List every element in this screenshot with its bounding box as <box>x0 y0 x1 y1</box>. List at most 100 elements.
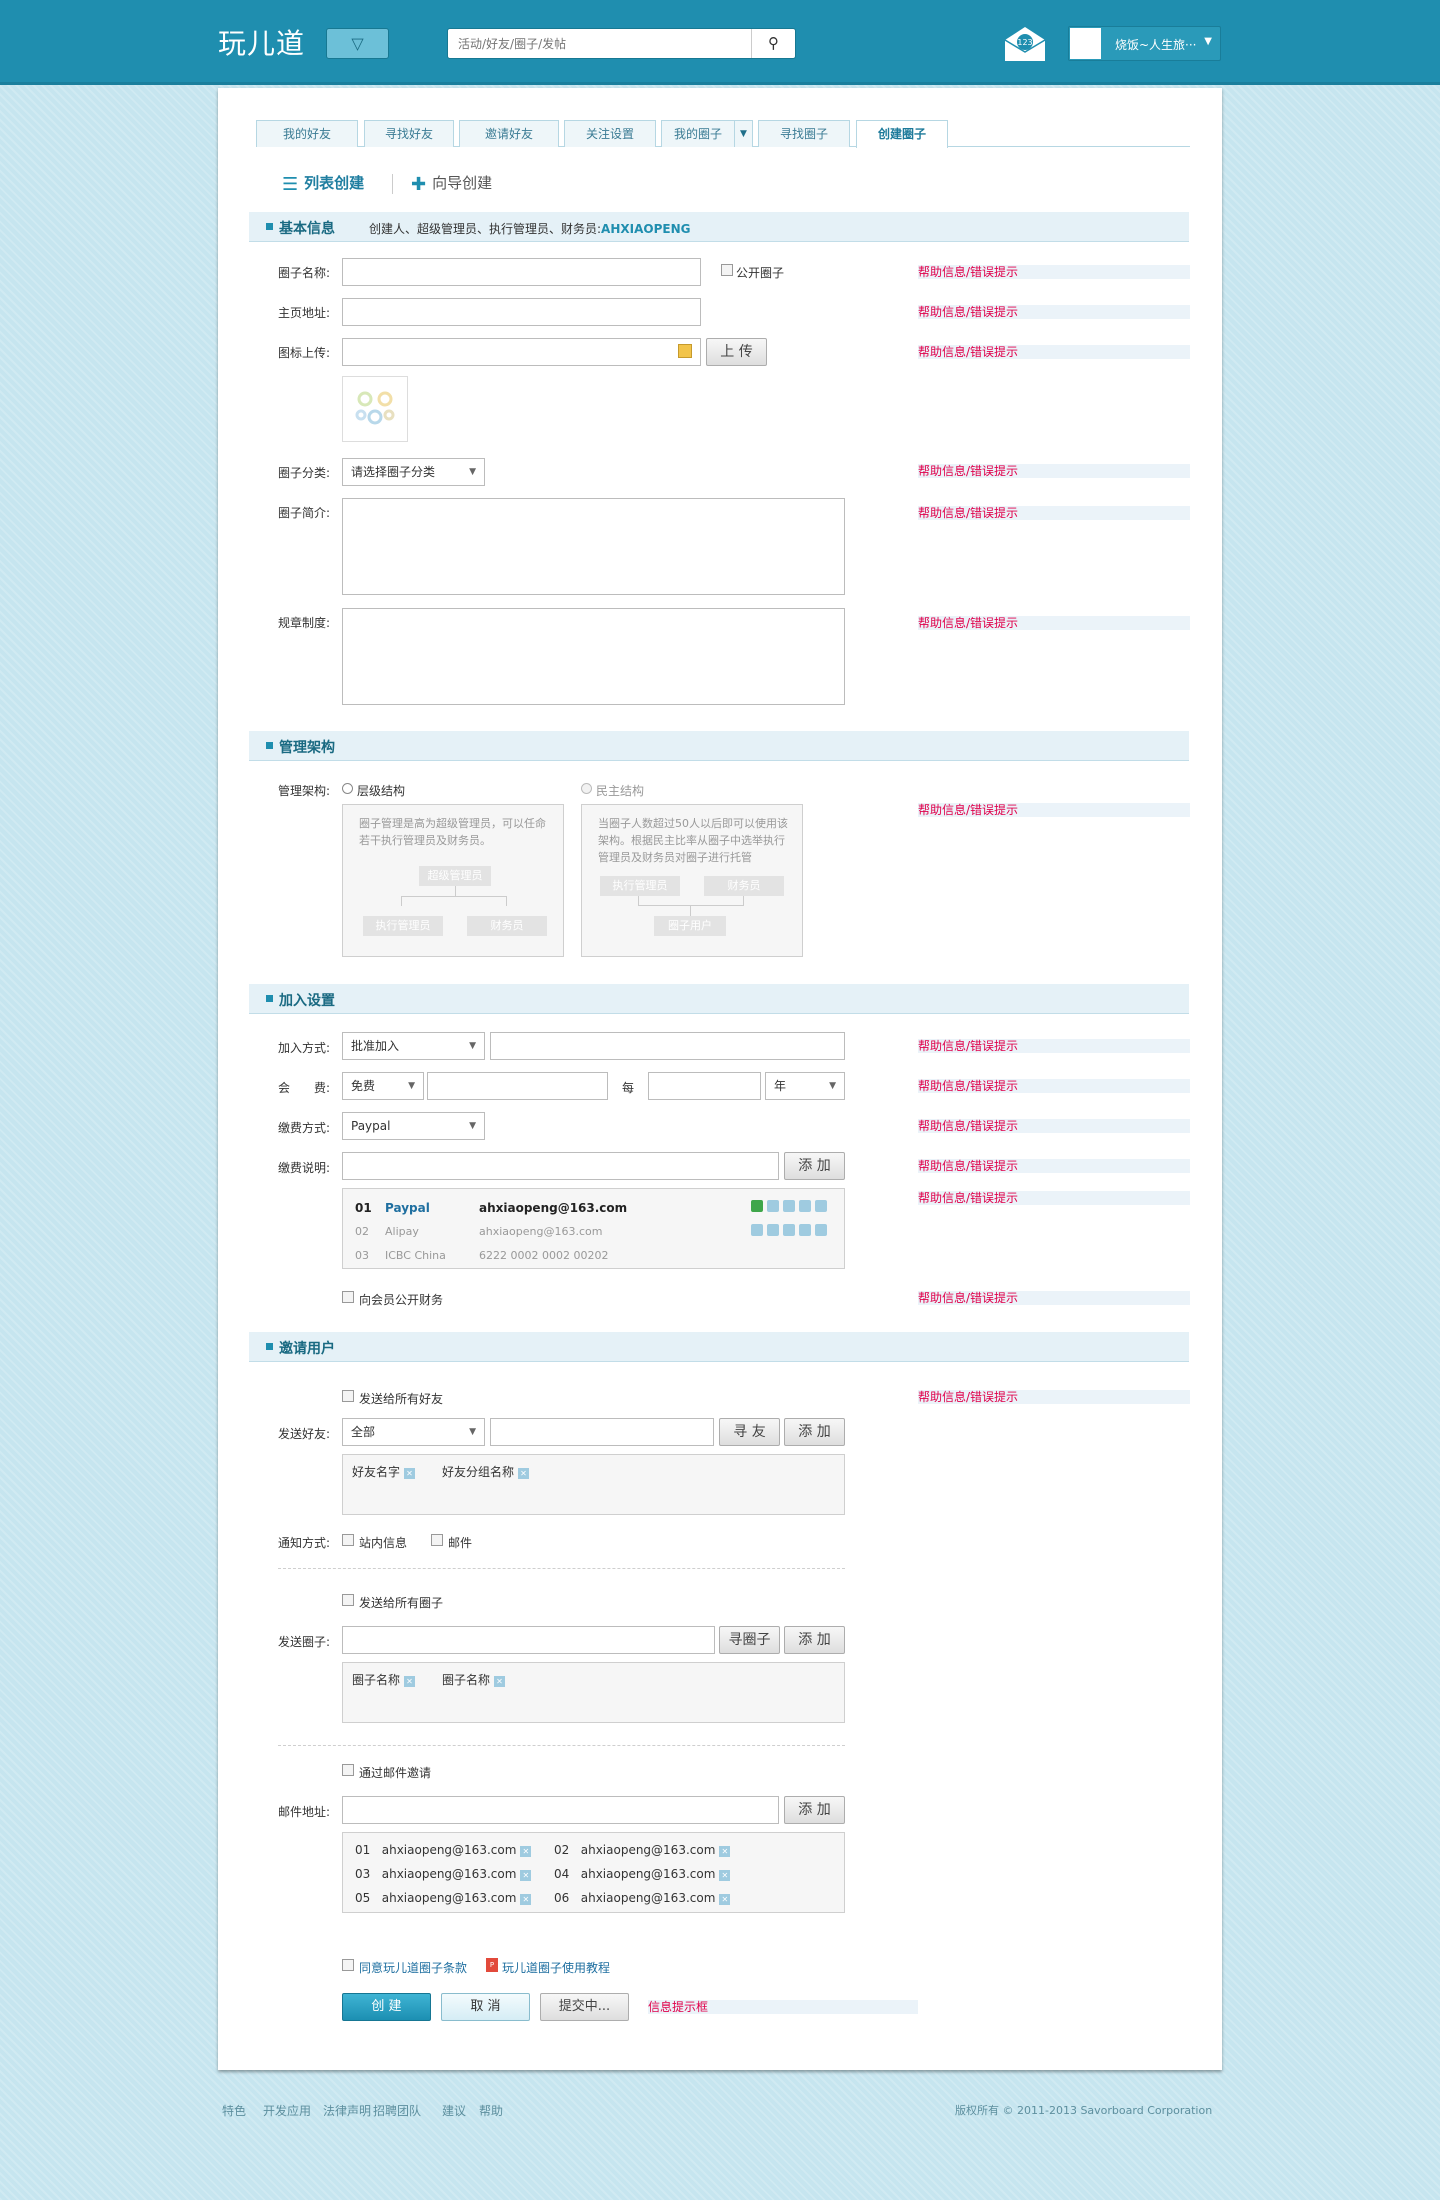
period-count-input[interactable] <box>648 1072 761 1100</box>
friend-search-input[interactable] <box>490 1418 714 1446</box>
notify-email-checkbox[interactable] <box>431 1534 443 1546</box>
find-circle-button[interactable]: 寻圈子 <box>719 1626 780 1654</box>
search-input[interactable] <box>448 29 748 58</box>
intro-textarea[interactable] <box>342 498 845 595</box>
period-select[interactable]: 年 ▼ <box>765 1072 845 1100</box>
delete-icon[interactable] <box>783 1200 795 1212</box>
category-value: 请选择圈子分类 <box>351 465 436 479</box>
check-icon[interactable] <box>751 1224 763 1236</box>
pay-desc-input[interactable] <box>342 1152 779 1180</box>
search-button[interactable]: ⚲ <box>751 29 795 58</box>
account-name: Alipay <box>385 1225 419 1238</box>
email-input[interactable] <box>342 1796 779 1824</box>
footer-link[interactable]: 招聘团队 <box>373 2102 421 2119</box>
folder-icon[interactable] <box>678 344 692 358</box>
rules-textarea[interactable] <box>342 608 845 705</box>
main-card: 我的好友 寻找好友 邀请好友 关注设置 我的圈子 ▼ 寻找圈子 创建圈子 ☰ 列表创… <box>218 88 1222 2070</box>
friend-group-select[interactable]: 全部 ▼ <box>342 1418 485 1446</box>
remove-icon[interactable]: ✕ <box>518 1468 530 1479</box>
tab-follow-settings[interactable]: 关注设置 <box>564 120 656 147</box>
remove-icon[interactable]: ✕ <box>520 1870 532 1881</box>
list-create-option[interactable]: ☰ 列表创建 <box>282 172 364 195</box>
edit-icon[interactable] <box>767 1200 779 1212</box>
section-marker <box>266 223 273 230</box>
list-create-label: 列表创建 <box>304 174 365 192</box>
check-icon[interactable] <box>751 1200 763 1212</box>
pay-method-select[interactable]: Paypal ▼ <box>342 1112 485 1140</box>
join-way-select[interactable]: 批准加入 ▼ <box>342 1032 485 1060</box>
upload-button[interactable]: 上 传 <box>706 338 767 366</box>
add-friend-button[interactable]: 添 加 <box>784 1418 845 1446</box>
icon-upload-label: 图标上传: <box>278 346 331 360</box>
email-value: ahxiaopeng@163.com <box>381 1867 517 1881</box>
footer-link[interactable]: 法律声明 <box>323 2102 371 2119</box>
email-invite-checkbox[interactable] <box>342 1764 354 1776</box>
tab-my-friends[interactable]: 我的好友 <box>256 120 358 147</box>
category-select[interactable]: 请选择圈子分类 ▼ <box>342 458 485 486</box>
create-button[interactable]: 创 建 <box>342 1993 431 2021</box>
tab-create-circle[interactable]: 创建圈子 <box>856 120 948 148</box>
caret-down-icon[interactable]: ▼ <box>734 121 752 147</box>
add-circle-button[interactable]: 添 加 <box>784 1626 845 1654</box>
arrow-down-icon[interactable] <box>815 1200 827 1212</box>
circle-name-input[interactable] <box>342 258 701 286</box>
remove-icon[interactable]: ✕ <box>719 1870 731 1881</box>
add-email-button[interactable]: 添 加 <box>784 1796 845 1824</box>
cancel-button[interactable]: 取 消 <box>441 1993 530 2021</box>
find-friend-button[interactable]: 寻 友 <box>719 1418 780 1446</box>
arrow-up-icon[interactable] <box>799 1224 811 1236</box>
remove-icon[interactable]: ✕ <box>719 1846 731 1857</box>
hierarchy-label: 层级结构 <box>357 784 406 798</box>
arrow-down-icon[interactable] <box>815 1224 827 1236</box>
email-item: 01 ahxiaopeng@163.com ✕ <box>355 1843 532 1857</box>
wizard-create-option[interactable]: ✚ 向导创建 <box>411 172 492 195</box>
help-hint: 帮助信息/错误提示 <box>918 1159 1190 1173</box>
tab-invite-friends[interactable]: 邀请好友 <box>459 120 559 147</box>
arrow-up-icon[interactable] <box>799 1200 811 1212</box>
democracy-radio[interactable] <box>581 783 592 794</box>
email-no: 01 <box>355 1843 371 1857</box>
notify-inbox-checkbox[interactable] <box>342 1534 354 1546</box>
footer-link[interactable]: 建议 <box>442 2102 466 2119</box>
edit-icon[interactable] <box>767 1224 779 1236</box>
remove-icon[interactable]: ✕ <box>520 1894 532 1905</box>
remove-icon[interactable]: ✕ <box>494 1676 506 1687</box>
chevron-down-icon: ▼ <box>829 1081 836 1091</box>
home-url-input[interactable] <box>342 298 701 326</box>
terms-link[interactable]: 同意玩儿道圈子条款 <box>359 1959 467 1976</box>
fee-select[interactable]: 免费 ▼ <box>342 1072 424 1100</box>
footer-link[interactable]: 开发应用 <box>263 2102 311 2119</box>
email-list: 01 ahxiaopeng@163.com ✕ 02 ahxiaopeng@163… <box>342 1832 845 1913</box>
circle-search-input[interactable] <box>342 1626 715 1654</box>
tab-my-circles[interactable]: 我的圈子 ▼ <box>661 120 753 147</box>
tab-find-friends[interactable]: 寻找好友 <box>364 120 454 147</box>
remove-icon[interactable]: ✕ <box>719 1894 731 1905</box>
user-menu[interactable]: 烧饭~人生旅··· ▼ <box>1068 26 1221 61</box>
footer-link[interactable]: 帮助 <box>479 2102 503 2119</box>
delete-icon[interactable] <box>783 1224 795 1236</box>
fee-amount-input[interactable] <box>427 1072 608 1100</box>
agree-terms-checkbox[interactable] <box>342 1959 354 1971</box>
icon-file-input[interactable] <box>342 338 701 366</box>
menu-dropdown-button[interactable]: ▽ <box>326 28 389 59</box>
circle-user-node: 圈子用户 <box>654 916 726 936</box>
section-title: 邀请用户 <box>279 1341 335 1357</box>
public-finance-checkbox[interactable] <box>342 1291 354 1303</box>
remove-icon[interactable]: ✕ <box>404 1676 416 1687</box>
add-payment-button[interactable]: 添 加 <box>784 1152 845 1180</box>
join-way-input[interactable] <box>490 1032 845 1060</box>
submitting-button[interactable]: 提交中... <box>540 1993 629 2021</box>
site-logo[interactable]: 玩儿道 <box>218 22 305 62</box>
tutorial-link[interactable]: 玩儿道圈子使用教程 <box>502 1959 610 1976</box>
mail-icon[interactable]: 123 <box>1004 26 1046 62</box>
footer-link[interactable]: 特色 <box>222 2102 246 2119</box>
public-circle-checkbox[interactable] <box>721 264 733 276</box>
all-circles-checkbox[interactable] <box>342 1594 354 1606</box>
email-value: ahxiaopeng@163.com <box>381 1891 517 1905</box>
remove-icon[interactable]: ✕ <box>520 1846 532 1857</box>
tab-find-circles[interactable]: 寻找圈子 <box>758 120 850 147</box>
remove-icon[interactable]: ✕ <box>404 1468 416 1479</box>
email-no: 03 <box>355 1867 371 1881</box>
all-friends-checkbox[interactable] <box>342 1390 354 1402</box>
hierarchy-radio[interactable] <box>342 783 353 794</box>
